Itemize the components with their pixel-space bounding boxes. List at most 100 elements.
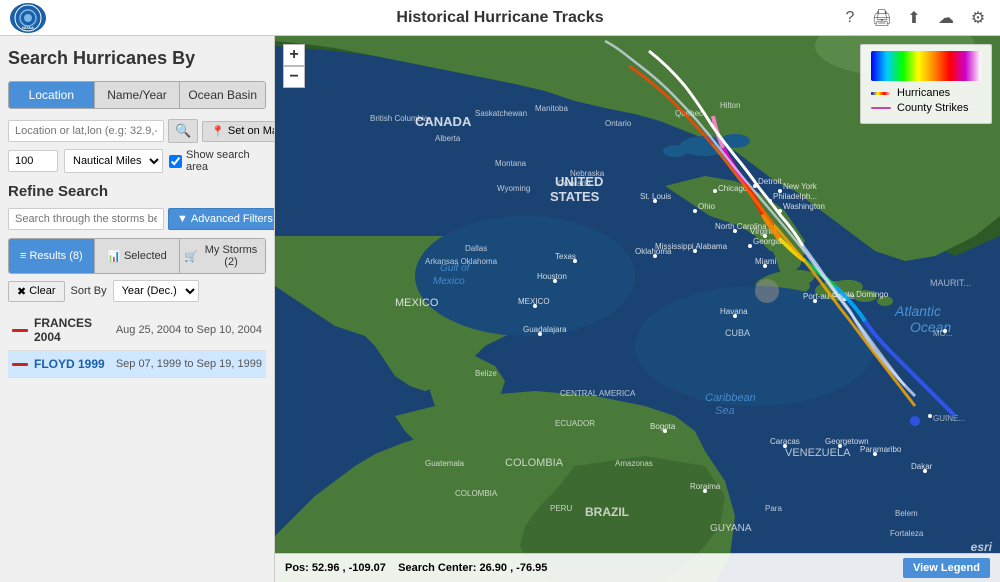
svg-text:Guadalajara: Guadalajara <box>523 325 567 334</box>
page-title: Historical Hurricane Tracks <box>396 9 603 27</box>
svg-text:Nebraska: Nebraska <box>570 169 605 178</box>
map-pin-icon: 📍 <box>211 125 225 138</box>
filter-icon: ▼ <box>177 213 188 225</box>
storm-search-row: ▼ Advanced Filters <box>8 208 266 230</box>
floyd-line-color <box>12 363 28 366</box>
svg-text:Sea: Sea <box>715 405 735 417</box>
tab-selected[interactable]: 📊 Selected <box>95 239 181 273</box>
svg-text:BRAZIL: BRAZIL <box>585 505 629 519</box>
svg-text:Philadelph...: Philadelph... <box>773 192 817 201</box>
svg-text:Houston: Houston <box>537 272 567 281</box>
svg-text:Guatemala: Guatemala <box>425 459 465 468</box>
zoom-out-button[interactable]: − <box>283 66 305 88</box>
sidebar-panel: Search Hurricanes By Location Name/Year … <box>0 36 275 582</box>
chart-icon: 📊 <box>107 250 121 263</box>
svg-text:Paramaribo: Paramaribo <box>860 445 902 454</box>
tab-location[interactable]: Location <box>9 82 95 108</box>
svg-text:GUYANA: GUYANA <box>710 523 752 534</box>
share-icon[interactable]: ⬆ <box>902 6 926 30</box>
settings-icon[interactable]: ⚙ <box>966 6 990 30</box>
print-icon[interactable]: 🖨 <box>870 6 894 30</box>
svg-text:Havana: Havana <box>720 307 748 316</box>
svg-text:Arkansas Oklahoma: Arkansas Oklahoma <box>425 257 498 266</box>
radius-input[interactable] <box>8 150 58 172</box>
svg-text:Saskatchewan: Saskatchewan <box>475 109 527 118</box>
help-icon[interactable]: ? <box>838 6 862 30</box>
svg-text:ECUADOR: ECUADOR <box>555 419 595 428</box>
svg-text:PERU: PERU <box>550 504 572 513</box>
sort-select[interactable]: Year (Dec.) Year (Asc.) Name <box>113 280 199 302</box>
tab-ocean-basin[interactable]: Ocean Basin <box>180 82 265 108</box>
svg-text:Montana: Montana <box>495 159 527 168</box>
svg-text:British Columbia: British Columbia <box>370 114 429 123</box>
location-search-button[interactable]: 🔍 <box>168 119 198 143</box>
svg-text:Bogota: Bogota <box>650 422 676 431</box>
svg-text:Ohio: Ohio <box>698 202 715 211</box>
position-info: Pos: 52.96 , -109.07 Search Center: 26.9… <box>285 562 547 574</box>
legend-county-strikes: County Strikes <box>871 102 981 114</box>
svg-text:Caracas: Caracas <box>770 437 800 446</box>
clear-button[interactable]: ✖ Clear <box>8 281 65 302</box>
main-content: Search Hurricanes By Location Name/Year … <box>0 36 1000 582</box>
svg-text:Hilton: Hilton <box>720 101 740 110</box>
svg-text:NOAA: NOAA <box>22 25 34 30</box>
svg-text:Washington: Washington <box>783 202 825 211</box>
search-by-title: Search Hurricanes By <box>8 44 266 73</box>
svg-text:Colorado: Colorado <box>558 179 591 188</box>
esri-logo: esri <box>971 540 992 554</box>
svg-text:STATES: STATES <box>550 189 600 204</box>
set-on-map-button[interactable]: 📍 Set on Map <box>202 121 275 142</box>
show-search-area-checkbox[interactable] <box>169 155 182 168</box>
show-search-area-label: Show search area <box>169 149 266 173</box>
svg-text:MEXICO: MEXICO <box>518 297 550 306</box>
refine-search-title: Refine Search <box>8 183 266 200</box>
svg-text:Dakar: Dakar <box>911 462 933 471</box>
tab-name-year[interactable]: Name/Year <box>95 82 181 108</box>
view-legend-button[interactable]: View Legend <box>903 558 990 578</box>
tab-my-storms[interactable]: 🛒 My Storms (2) <box>180 239 265 273</box>
svg-text:COLOMBIA: COLOMBIA <box>505 457 564 469</box>
radius-unit-select[interactable]: Nautical Miles Miles Kilometers <box>64 149 163 173</box>
zoom-in-button[interactable]: + <box>283 44 305 66</box>
svg-text:MEXICO: MEXICO <box>395 297 439 309</box>
sort-label: Sort By <box>71 285 107 297</box>
header-actions: ? 🖨 ⬆ ☁ ⚙ <box>838 6 990 30</box>
location-input-row: 🔍 📍 Set on Map <box>8 119 266 143</box>
tab-results[interactable]: ≡ Results (8) <box>9 239 95 273</box>
location-input[interactable] <box>8 120 164 142</box>
cart-icon: 🛒 <box>184 250 198 263</box>
svg-text:CUBA: CUBA <box>725 328 750 338</box>
svg-text:Roraima: Roraima <box>690 482 721 491</box>
svg-text:Alberta: Alberta <box>435 134 461 143</box>
svg-text:Fortaleza: Fortaleza <box>890 529 924 538</box>
frances-dates: Aug 25, 2004 to Sep 10, 2004 <box>116 324 262 336</box>
svg-text:New York: New York <box>783 182 818 191</box>
svg-text:Manitoba: Manitoba <box>535 104 568 113</box>
floyd-dates: Sep 07, 1999 to Sep 19, 1999 <box>116 358 262 370</box>
svg-text:Atlantic: Atlantic <box>894 303 941 319</box>
svg-text:CENTRAL AMERICA: CENTRAL AMERICA <box>560 389 636 398</box>
hurricanes-line <box>871 92 891 95</box>
advanced-filters-button[interactable]: ▼ Advanced Filters <box>168 208 275 230</box>
status-bar: Pos: 52.96 , -109.07 Search Center: 26.9… <box>275 553 1000 582</box>
svg-text:Amazonas: Amazonas <box>615 459 653 468</box>
search-type-tabs: Location Name/Year Ocean Basin <box>8 81 266 109</box>
svg-text:VENEZUELA: VENEZUELA <box>785 447 851 459</box>
storm-item-frances[interactable]: FRANCES 2004 Aug 25, 2004 to Sep 10, 200… <box>8 310 266 351</box>
download-icon[interactable]: ☁ <box>934 6 958 30</box>
storm-search-input[interactable] <box>8 208 164 230</box>
svg-text:North Carolina: North Carolina <box>715 222 767 231</box>
zoom-controls: + − <box>283 44 305 88</box>
svg-text:MO...: MO... <box>933 329 953 338</box>
legend-color-ramp <box>871 51 981 81</box>
frances-name: FRANCES 2004 <box>34 316 116 344</box>
storm-item-floyd[interactable]: FLOYD 1999 Sep 07, 1999 to Sep 19, 1999 <box>8 351 266 378</box>
floyd-name: FLOYD 1999 <box>34 357 116 371</box>
svg-text:Ontario: Ontario <box>605 119 632 128</box>
svg-text:MAURIT...: MAURIT... <box>930 278 971 288</box>
storm-list: FRANCES 2004 Aug 25, 2004 to Sep 10, 200… <box>8 310 266 378</box>
legend-hurricanes: Hurricanes <box>871 87 981 99</box>
map-container[interactable]: Atlantic Ocean Caribbean Sea Gulf of Mex… <box>275 36 1000 582</box>
sort-row: ✖ Clear Sort By Year (Dec.) Year (Asc.) … <box>8 280 266 302</box>
clear-icon: ✖ <box>17 285 26 298</box>
